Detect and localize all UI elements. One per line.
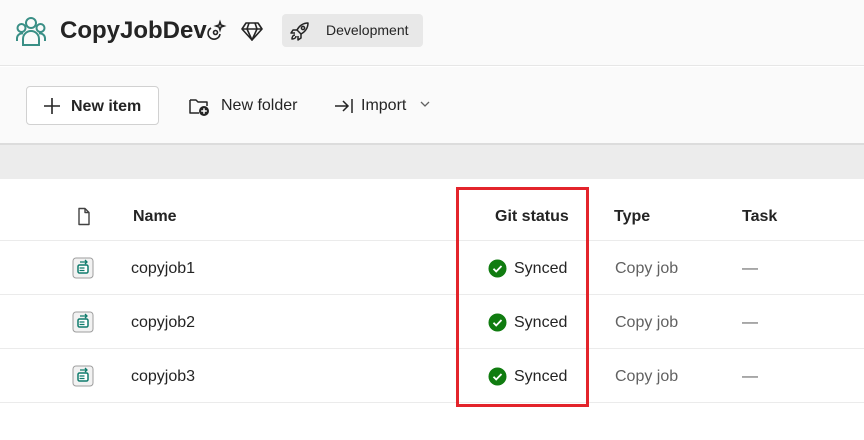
item-task-text: — xyxy=(742,260,758,277)
table-row[interactable]: copyjob3 Synced Copy job — xyxy=(0,349,864,403)
item-name-link[interactable]: copyjob2 xyxy=(131,313,195,332)
new-item-button[interactable]: New item xyxy=(26,86,159,125)
workspace-title: CopyJobDev xyxy=(60,17,207,44)
workspace-people-icon xyxy=(16,17,46,46)
deployment-stage-label: Development xyxy=(326,22,409,38)
item-name-link[interactable]: copyjob1 xyxy=(131,259,195,278)
plus-icon xyxy=(44,98,60,114)
item-type-text: Copy job xyxy=(615,260,679,277)
workspace-settings-icon[interactable] xyxy=(205,19,229,43)
deployment-stage-badge[interactable]: Development xyxy=(282,14,423,47)
import-label: Import xyxy=(361,97,407,114)
column-header-git-status[interactable]: Git status xyxy=(495,207,569,226)
filter-bar-area xyxy=(0,145,864,179)
copy-job-icon xyxy=(72,311,94,333)
premium-diamond-icon[interactable] xyxy=(240,19,264,43)
item-name-link[interactable]: copyjob3 xyxy=(131,367,195,386)
copy-job-icon xyxy=(72,257,94,279)
column-header-type[interactable]: Type xyxy=(614,207,650,226)
copy-job-icon xyxy=(72,365,94,387)
git-status-text: Synced xyxy=(514,314,568,331)
item-task-text: — xyxy=(742,314,758,331)
workspace-header: CopyJobDev Development xyxy=(0,0,864,66)
column-header-task[interactable]: Task xyxy=(742,207,777,226)
item-type-text: Copy job xyxy=(615,314,679,331)
new-folder-label: New folder xyxy=(221,97,298,114)
new-folder-button[interactable]: New folder xyxy=(188,86,308,125)
file-type-column-icon[interactable] xyxy=(76,207,92,226)
synced-check-icon xyxy=(488,259,507,278)
column-header-name[interactable]: Name xyxy=(133,207,177,226)
synced-check-icon xyxy=(488,313,507,332)
new-item-label: New item xyxy=(71,98,142,115)
command-toolbar: New item New folder Import xyxy=(0,67,864,145)
git-status-text: Synced xyxy=(514,260,568,277)
rocket-icon xyxy=(290,22,309,41)
folder-add-icon xyxy=(189,99,209,116)
table-header-row: Name Git status Type Task xyxy=(0,190,864,241)
table-row[interactable]: copyjob2 Synced Copy job — xyxy=(0,295,864,349)
chevron-down-icon xyxy=(420,101,430,107)
git-status-text: Synced xyxy=(514,368,568,385)
item-task-text: — xyxy=(742,368,758,385)
import-arrow-icon xyxy=(335,99,353,113)
import-dropdown-button[interactable]: Import xyxy=(333,86,433,125)
item-type-text: Copy job xyxy=(615,368,679,385)
table-row[interactable]: copyjob1 Synced Copy job — xyxy=(0,241,864,295)
synced-check-icon xyxy=(488,367,507,386)
